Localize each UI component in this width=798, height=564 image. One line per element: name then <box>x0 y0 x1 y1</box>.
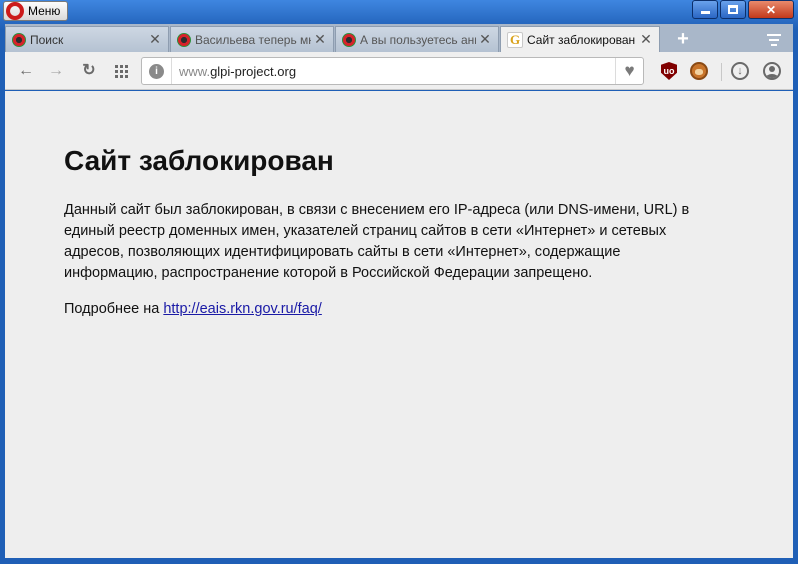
minimize-button[interactable] <box>692 0 718 19</box>
reload-button[interactable]: ↻ <box>78 61 100 81</box>
tab-menu-icon <box>767 34 781 46</box>
tab-search[interactable]: Поиск ✕ <box>5 26 169 52</box>
downloads-button[interactable]: ↓ <box>730 61 750 81</box>
new-tab-button[interactable]: + <box>671 28 695 50</box>
back-button[interactable]: ← <box>15 61 37 81</box>
tab-site-blocked[interactable]: G Сайт заблокирован ✕ <box>500 26 660 52</box>
rkn-faq-link[interactable]: http://eais.rkn.gov.ru/faq/ <box>163 301 322 317</box>
back-arrow-icon: ← <box>18 62 34 79</box>
tab-label: Поиск <box>30 32 64 47</box>
tab-label: Сайт заблокирован <box>527 32 636 47</box>
title-bar: Меню ✕ <box>0 0 798 22</box>
opera-speed-icon <box>12 32 26 47</box>
tab-close-icon[interactable]: ✕ <box>146 31 164 48</box>
tab-label: А вы пользуетесь анг <box>360 32 476 47</box>
user-icon <box>763 62 781 80</box>
opera-logo-icon <box>6 2 24 20</box>
ublock-extension-button[interactable]: uo <box>659 61 679 81</box>
tab-menu-button[interactable] <box>763 28 785 50</box>
maximize-icon <box>728 5 738 14</box>
minimize-icon <box>700 11 710 14</box>
tab-english[interactable]: А вы пользуетесь анг ✕ <box>335 26 499 52</box>
more-info-line: Подробнее на http://eais.rkn.gov.ru/faq/ <box>64 299 704 319</box>
tab-label: Васильева теперь мне <box>195 32 311 47</box>
url-domain: glpi-project.org <box>210 63 297 79</box>
page-content: Сайт заблокирован Данный сайт был заблок… <box>5 91 793 558</box>
forward-arrow-icon: → <box>48 62 64 79</box>
window-controls: ✕ <box>692 0 794 20</box>
more-info-prefix: Подробнее на <box>64 301 164 317</box>
blocked-notice: Сайт заблокирован Данный сайт был заблок… <box>64 145 704 319</box>
navigation-toolbar: ← → ↻ i www.glpi-project.org ♥ uo ↓ <box>5 52 793 90</box>
address-bar[interactable]: i www.glpi-project.org ♥ <box>141 57 644 85</box>
tampermonkey-extension-button[interactable] <box>689 61 709 81</box>
monkey-icon <box>690 62 708 80</box>
speed-dial-button[interactable] <box>110 61 132 81</box>
glpi-favicon-icon: G <box>507 31 523 48</box>
bookmark-button[interactable]: ♥ <box>615 58 643 84</box>
download-icon: ↓ <box>731 62 749 80</box>
url-prefix: www. <box>179 63 211 79</box>
opera-speed-icon <box>342 32 356 47</box>
reload-icon: ↻ <box>82 62 96 79</box>
opera-menu-button[interactable]: Меню <box>3 1 68 21</box>
site-info-button[interactable]: i <box>142 58 172 84</box>
menu-label: Меню <box>28 4 61 18</box>
forward-button[interactable]: → <box>45 61 67 81</box>
grid-icon <box>114 65 128 78</box>
toolbar-separator <box>721 63 722 81</box>
account-button[interactable] <box>762 61 782 81</box>
tab-vasilyeva[interactable]: Васильева теперь мне ✕ <box>170 26 334 52</box>
tab-close-icon[interactable]: ✕ <box>476 31 494 48</box>
tab-close-icon[interactable]: ✕ <box>637 31 655 48</box>
block-description: Данный сайт был заблокирован, в связи с … <box>64 202 690 281</box>
url-text[interactable]: www.glpi-project.org <box>179 64 615 79</box>
maximize-button[interactable] <box>720 0 746 19</box>
browser-window: Меню ✕ Поиск ✕ Васильева теперь мне ✕ А … <box>0 0 798 564</box>
ublock-icon: uo <box>661 62 677 80</box>
page-title: Сайт заблокирован <box>64 145 334 176</box>
info-icon: i <box>149 63 164 79</box>
tab-close-icon[interactable]: ✕ <box>311 31 329 48</box>
heart-icon: ♥ <box>624 61 635 80</box>
close-icon: ✕ <box>765 2 777 17</box>
opera-speed-icon <box>177 32 191 47</box>
tab-bar: Поиск ✕ Васильева теперь мне ✕ А вы поль… <box>5 24 793 52</box>
close-window-button[interactable]: ✕ <box>748 0 794 19</box>
